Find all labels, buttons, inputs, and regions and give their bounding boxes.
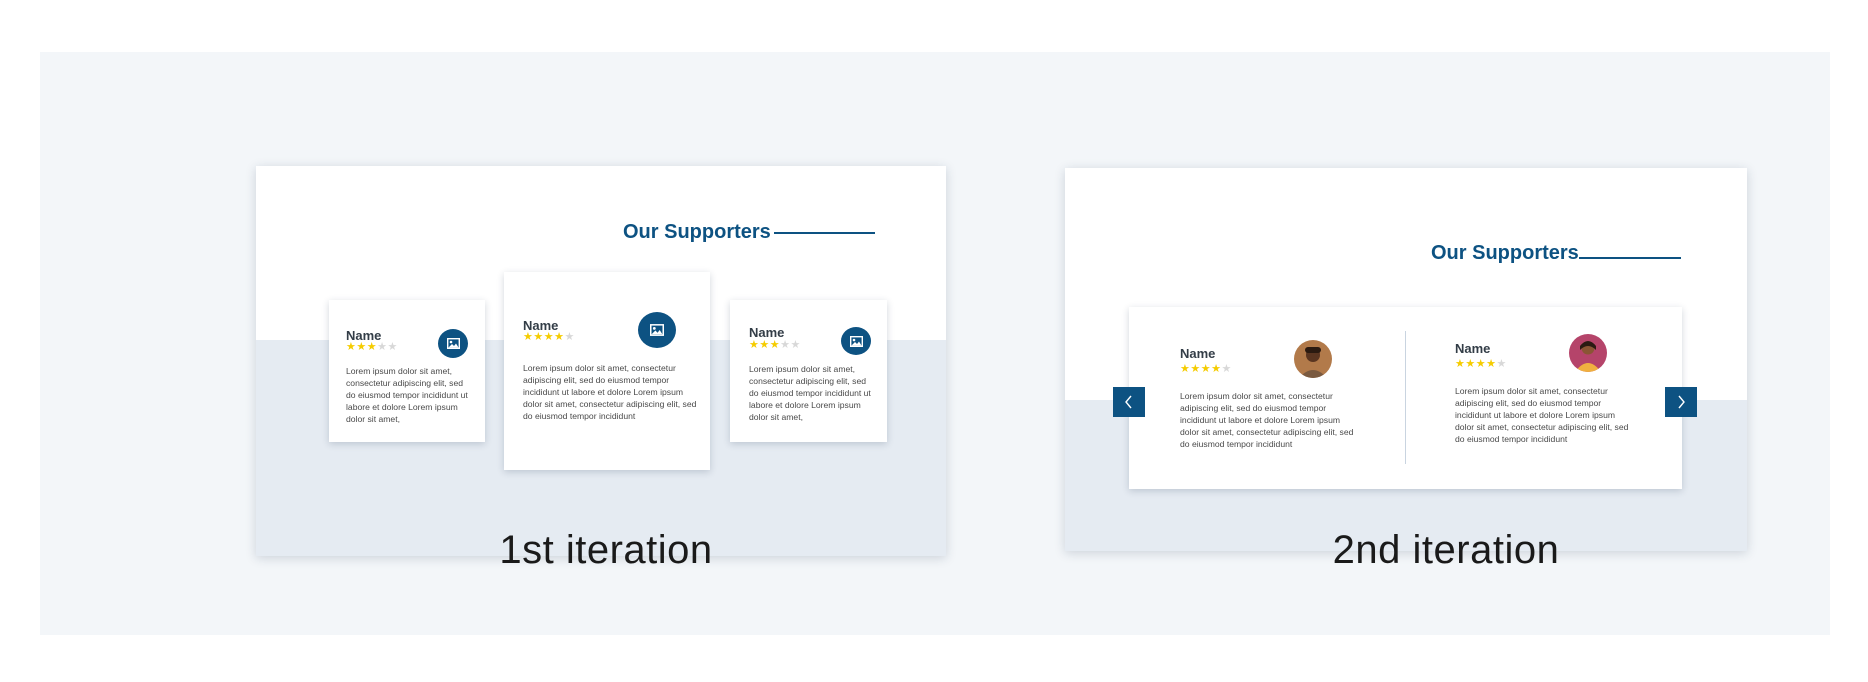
carousel-next-button[interactable] [1665, 387, 1697, 417]
testimonial-divider [1405, 331, 1406, 464]
star-rating: ★★★★★ [346, 341, 398, 353]
iteration-1-mockup: Our Supporters Name ★★★★★ Lorem ipsum do… [256, 166, 946, 556]
star-rating: ★★★★★ [523, 331, 575, 343]
chevron-right-icon [1678, 395, 1685, 409]
presentation-board: Our Supporters Name ★★★★★ Lorem ipsum do… [40, 52, 1830, 635]
iteration-1-caption: 1st iteration [499, 528, 713, 572]
title-underline [774, 232, 875, 234]
image-icon [841, 327, 871, 355]
testimonial-text: Lorem ipsum dolor sit amet, consectetur … [1455, 386, 1629, 444]
iteration-2-mockup: Our Supporters Name ★★★★★ Lorem ipsum do… [1065, 168, 1747, 551]
image-icon [638, 312, 676, 348]
supporter-name: Name [749, 325, 785, 340]
title-underline [1579, 257, 1681, 259]
testimonial-text: Lorem ipsum dolor sit amet, consectetur … [346, 366, 468, 424]
section-title: Our Supporters [1431, 242, 1579, 264]
testimonial-card: Name ★★★★★ Lorem ipsum dolor sit amet, c… [730, 300, 887, 442]
person-avatar [1294, 340, 1332, 378]
testimonial-card-featured: Name ★★★★★ Lorem ipsum dolor sit amet, c… [504, 272, 710, 470]
section-title: Our Supporters [623, 221, 771, 243]
supporter-name: Name [1455, 341, 1491, 356]
star-rating: ★★★★★ [749, 339, 801, 351]
testimonial-text: Lorem ipsum dolor sit amet, consectetur … [1180, 391, 1354, 449]
testimonial-text: Lorem ipsum dolor sit amet, consectetur … [749, 364, 871, 422]
testimonial-card: Name ★★★★★ Lorem ipsum dolor sit amet, c… [329, 300, 485, 442]
testimonial-text: Lorem ipsum dolor sit amet, consectetur … [523, 363, 697, 421]
person-avatar [1569, 334, 1607, 372]
testimonial-carousel: Name ★★★★★ Lorem ipsum dolor sit amet, c… [1129, 307, 1682, 489]
carousel-prev-button[interactable] [1113, 387, 1145, 417]
star-rating: ★★★★★ [1180, 363, 1232, 375]
iteration-2-caption: 2nd iteration [1332, 528, 1560, 572]
star-rating: ★★★★★ [1455, 358, 1507, 370]
chevron-left-icon [1125, 395, 1132, 409]
supporter-name: Name [1180, 346, 1216, 361]
image-icon [438, 329, 468, 358]
